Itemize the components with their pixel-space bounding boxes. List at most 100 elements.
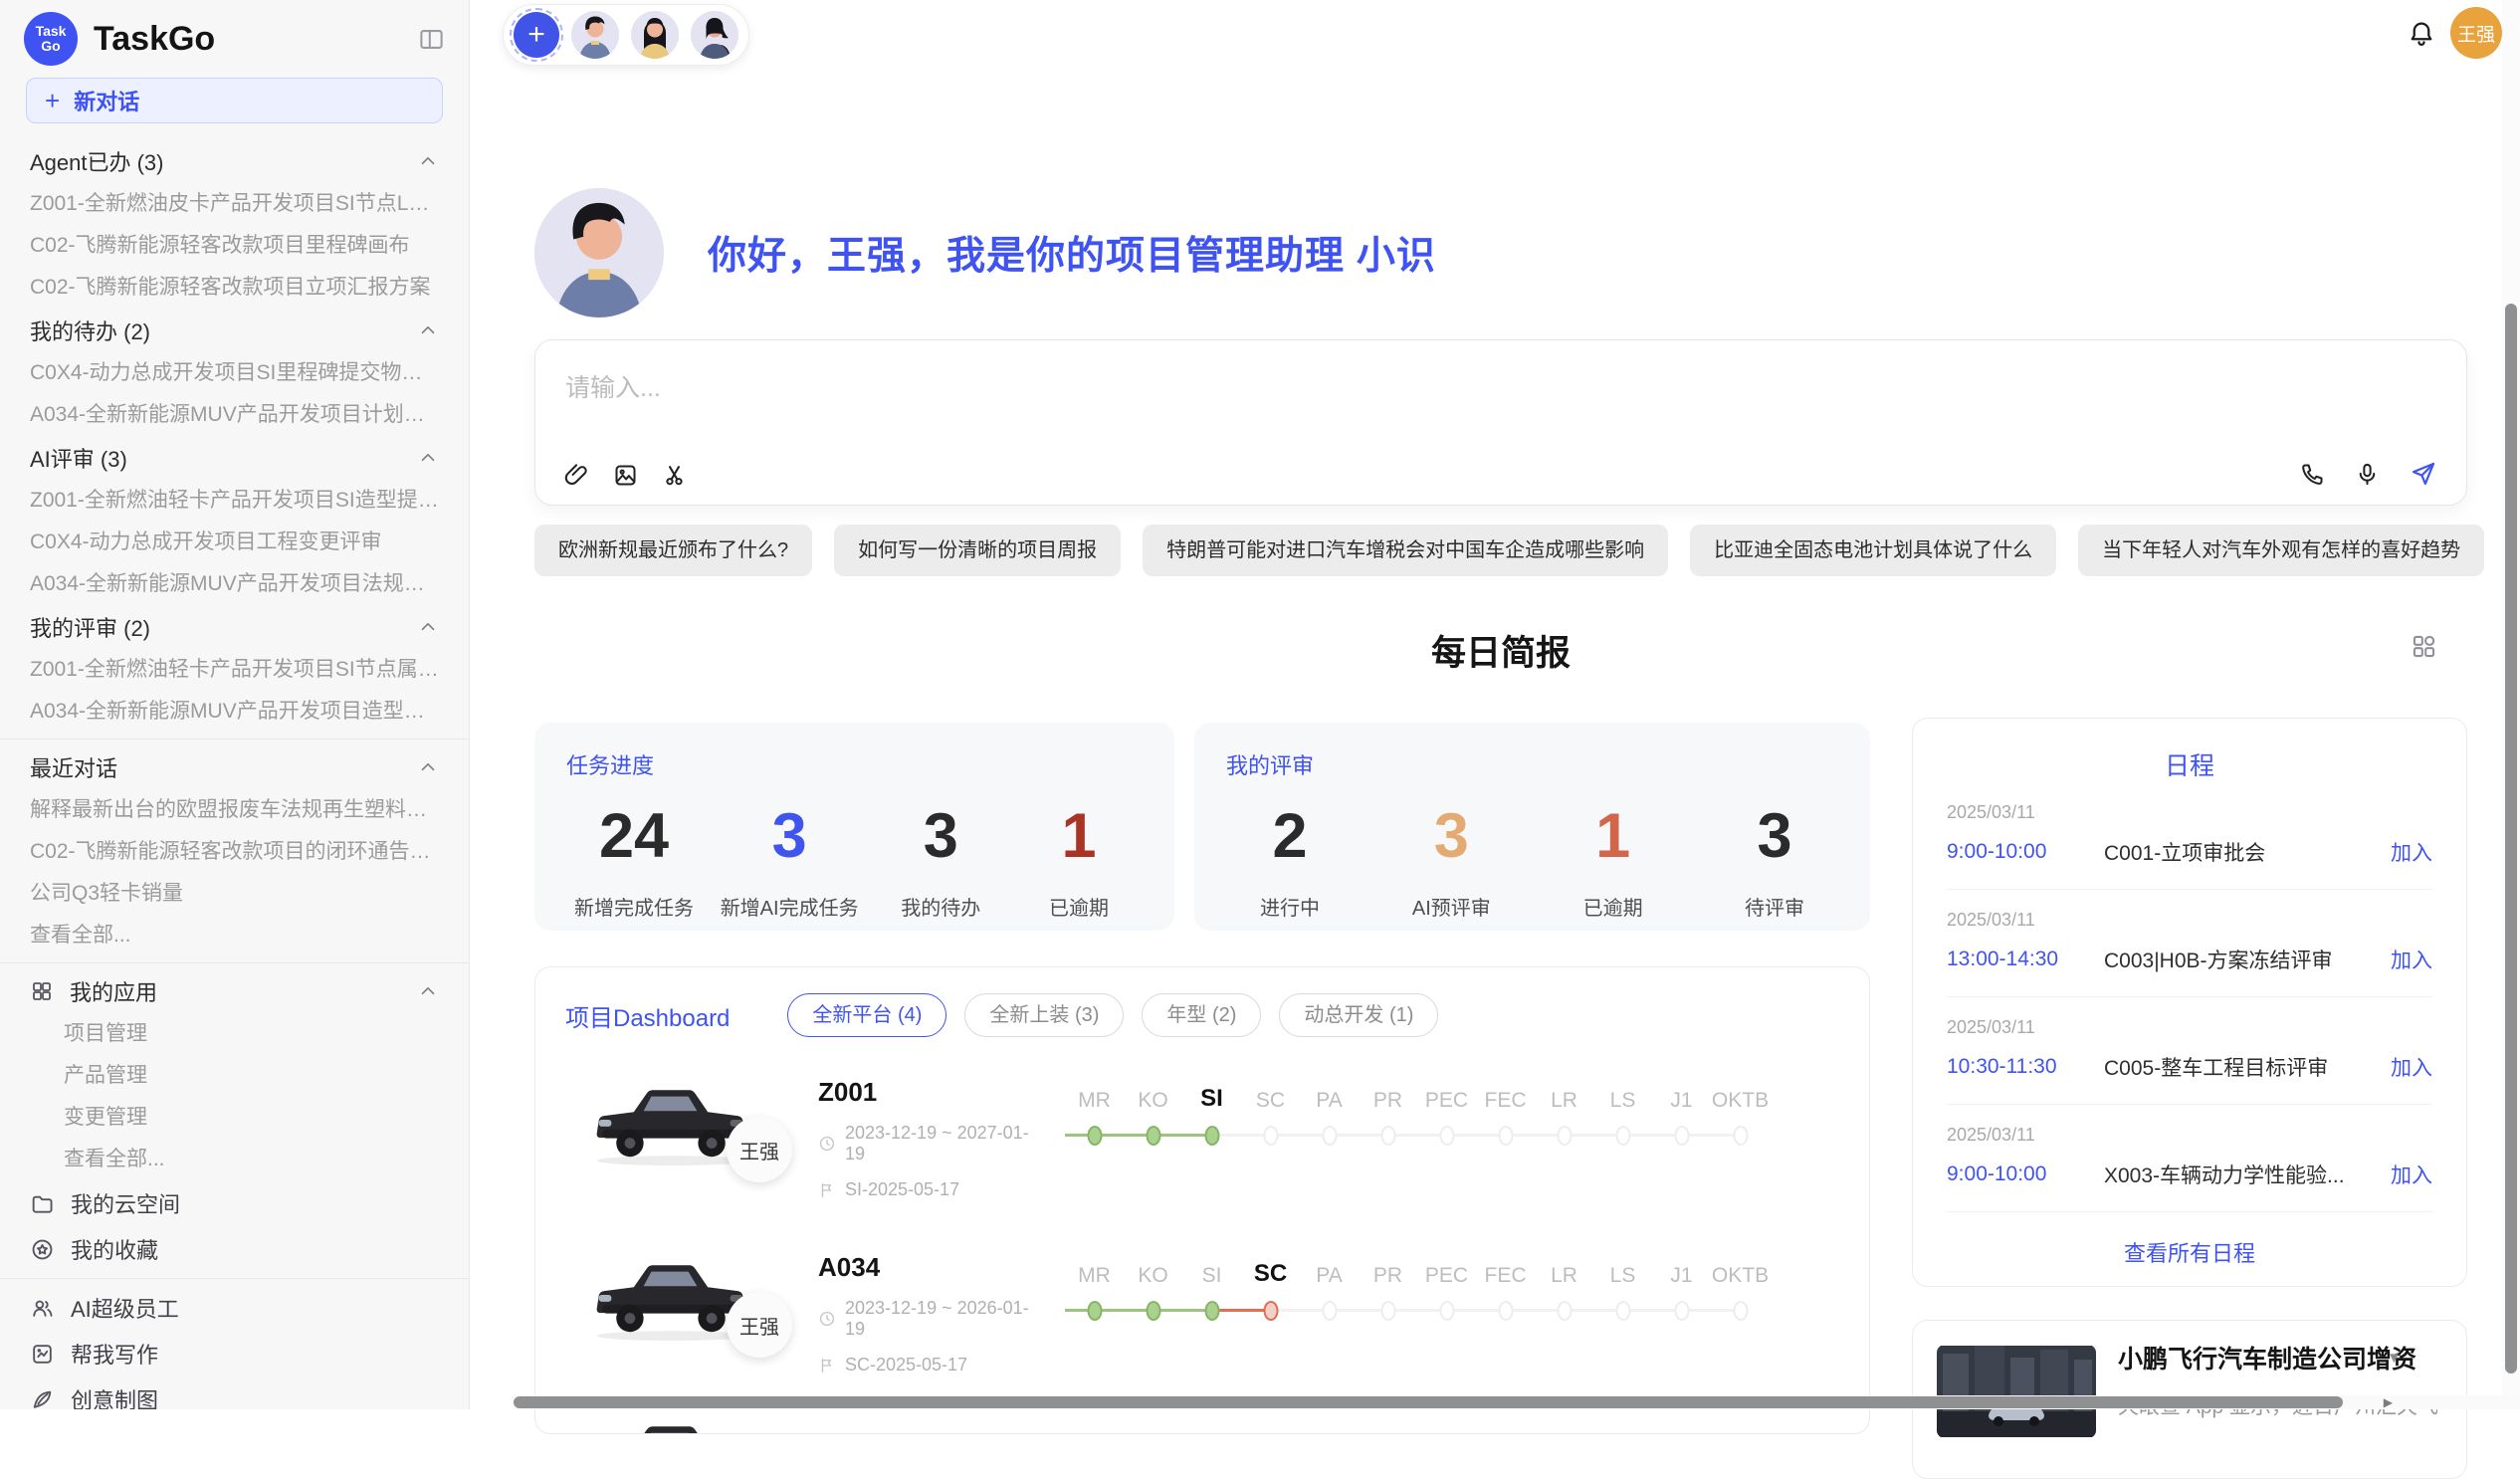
- sidebar-item[interactable]: C02-飞腾新能源轻客改款项目里程碑画布: [0, 225, 469, 267]
- sidebar-item[interactable]: 解释最新出台的欧盟报废车法规再生塑料比例被调至15%...: [0, 789, 469, 831]
- vertical-scrollbar[interactable]: [2502, 0, 2520, 1395]
- sidebar-item[interactable]: Z001-全新燃油轻卡产品开发项目SI节点属性5D文件评审: [0, 649, 469, 691]
- sidebar-item[interactable]: A034-全新新能源MUV产品开发项目造型可行性评审: [0, 691, 469, 733]
- sidebar-item-product-mgmt[interactable]: 产品管理: [0, 1055, 469, 1097]
- stat: 3新增AI完成任务: [721, 800, 859, 921]
- chevron-up-icon[interactable]: [417, 616, 439, 638]
- schedule-name: C003|H0B-方案冻结评审: [2104, 945, 2391, 974]
- project-row[interactable]: 王强 A034 2023-12-19 ~ 2026-01-19 SC-2025-…: [565, 1248, 1839, 1375]
- star-badge-icon: [30, 1237, 55, 1262]
- schedule-item: 2025/03/11 9:00-10:00 X003-车辆动力学性能验... 加…: [1947, 1105, 2432, 1212]
- scroll-right-arrow-icon[interactable]: ▶: [2384, 1395, 2393, 1409]
- view-all-chats-link[interactable]: 查看全部...: [0, 915, 469, 956]
- join-button[interactable]: 加入: [2391, 945, 2432, 974]
- attach-button[interactable]: [563, 462, 590, 489]
- sidebar-item[interactable]: C02-飞腾新能源轻客改款项目立项汇报方案: [0, 267, 469, 309]
- sidebar-item-favorites[interactable]: 我的收藏: [0, 1226, 469, 1272]
- user-avatar[interactable]: 王强: [2450, 7, 2502, 59]
- milestone: KO: [1124, 1260, 1182, 1328]
- suggestion-chip[interactable]: 特朗普可能对进口汽车增税会对中国车企造成哪些影响: [1143, 525, 1668, 576]
- sidebar-item[interactable]: A034-全新新能源MUV产品开发项目计划变更表编写: [0, 394, 469, 436]
- image-button[interactable]: [612, 462, 639, 489]
- sidebar-section-ai-review[interactable]: AI评审 (3): [0, 436, 469, 480]
- sidebar-collapse-button[interactable]: [418, 26, 445, 53]
- join-button[interactable]: 加入: [2391, 837, 2432, 867]
- sidebar-item-creative-draw[interactable]: 创意制图: [0, 1376, 469, 1409]
- filter-tab-platform[interactable]: 全新平台 (4): [787, 993, 946, 1037]
- voice-button[interactable]: [2354, 461, 2381, 488]
- horizontal-scrollbar[interactable]: ▶: [512, 1395, 2520, 1409]
- milestone-node: [1439, 1126, 1454, 1146]
- chevron-up-icon[interactable]: [417, 150, 439, 172]
- agent-switcher: +: [503, 4, 749, 66]
- milestone: PEC: [1417, 1085, 1476, 1153]
- agent-avatar[interactable]: [631, 11, 679, 59]
- scroll-down-arrow-icon[interactable]: ▼: [2387, 1350, 2402, 1367]
- milestone: SC: [1241, 1260, 1300, 1328]
- notifications-button[interactable]: [2407, 18, 2436, 48]
- milestone-node: [1557, 1126, 1572, 1146]
- milestone-node: [1263, 1301, 1278, 1321]
- sidebar-item[interactable]: A034-全新新能源MUV产品开发项目法规符合性评审: [0, 563, 469, 605]
- sidebar-section-recent-chats[interactable]: 最近对话: [0, 745, 469, 789]
- milestone-node: [1498, 1126, 1513, 1146]
- filter-tab-powertrain[interactable]: 动总开发 (1): [1279, 993, 1438, 1037]
- add-agent-button[interactable]: +: [514, 12, 559, 58]
- sidebar-item[interactable]: Z001-全新燃油皮卡产品开发项目SI节点Lesson Learn报告: [0, 183, 469, 225]
- join-button[interactable]: 加入: [2391, 1160, 2432, 1189]
- screenshot-button[interactable]: [661, 462, 688, 489]
- sidebar-item[interactable]: C0X4-动力总成开发项目工程变更评审: [0, 522, 469, 563]
- sidebar-item[interactable]: Z001-全新燃油轻卡产品开发项目SI造型提交物评审: [0, 480, 469, 522]
- chevron-up-icon[interactable]: [417, 319, 439, 341]
- sidebar-item[interactable]: 公司Q3轻卡销量: [0, 873, 469, 915]
- sidebar-item-ai-staff[interactable]: AI超级员工: [0, 1285, 469, 1331]
- horizontal-scrollbar-thumb[interactable]: [514, 1396, 2343, 1408]
- sidebar-item-cloud-space[interactable]: 我的云空间: [0, 1180, 469, 1226]
- sidebar-item-change-mgmt[interactable]: 变更管理: [0, 1097, 469, 1139]
- send-button[interactable]: [2409, 459, 2438, 489]
- new-chat-button[interactable]: +新对话: [26, 78, 443, 123]
- suggestion-chip[interactable]: 欧洲新规最近颁布了什么?: [534, 525, 812, 576]
- schedule-name: X003-车辆动力学性能验...: [2104, 1160, 2391, 1189]
- filter-tab-body[interactable]: 全新上装 (3): [964, 993, 1124, 1037]
- suggestion-chip[interactable]: 比亚迪全固态电池计划具体说了什么: [1690, 525, 2056, 576]
- project-row[interactable]: 王强 Z001 2023-12-19 ~ 2027-01-19 SI-2025-…: [565, 1073, 1839, 1200]
- stat: 3AI预评审: [1395, 800, 1507, 921]
- sidebar-section-my-review[interactable]: 我的评审 (2): [0, 605, 469, 649]
- sidebar-item-project-mgmt[interactable]: 项目管理: [0, 1013, 469, 1055]
- composer-tools-right: [2299, 459, 2438, 489]
- call-button[interactable]: [2299, 461, 2326, 488]
- milestone-node: [1615, 1126, 1630, 1146]
- layout-toggle-button[interactable]: [2411, 633, 2437, 660]
- sidebar-section-my-apps[interactable]: 我的应用: [0, 969, 469, 1013]
- chevron-up-icon[interactable]: [417, 447, 439, 469]
- sidebar-item[interactable]: C0X4-动力总成开发项目SI里程碑提交物检查: [0, 352, 469, 394]
- suggestion-chip[interactable]: 当下年轻人对汽车外观有怎样的喜好趋势: [2078, 525, 2484, 576]
- project-row[interactable]: [565, 1409, 1839, 1434]
- chevron-up-icon[interactable]: [417, 756, 439, 778]
- view-all-apps-link[interactable]: 查看全部...: [0, 1139, 469, 1180]
- sidebar-item[interactable]: C02-飞腾新能源轻客改款项目的闭环通告反馈情况: [0, 831, 469, 873]
- filter-tab-year[interactable]: 年型 (2): [1142, 993, 1261, 1037]
- sidebar: TaskGo TaskGo +新对话 Agent已办 (3) Z001-全新燃油…: [0, 0, 470, 1409]
- project-dashboard-card: 项目Dashboard 全新平台 (4) 全新上装 (3) 年型 (2) 动总开…: [534, 966, 1870, 1434]
- bell-icon: [2407, 18, 2436, 48]
- suggestion-chip[interactable]: 如何写一份清晰的项目周报: [834, 525, 1121, 576]
- milestone-node: [1733, 1301, 1748, 1321]
- sidebar-section-agent-done[interactable]: Agent已办 (3): [0, 139, 469, 183]
- sidebar-section-my-todo[interactable]: 我的待办 (2): [0, 309, 469, 352]
- sidebar-item-help-write[interactable]: 帮我写作: [0, 1331, 469, 1376]
- view-all-schedule-link[interactable]: 查看所有日程: [1947, 1236, 2432, 1268]
- milestone: MR: [1065, 1260, 1124, 1328]
- agent-avatar[interactable]: [571, 11, 619, 59]
- chevron-up-icon[interactable]: [417, 980, 439, 1002]
- milestone-node: [1439, 1301, 1454, 1321]
- project-owner-avatar: 王强: [727, 1117, 792, 1182]
- milestone-track: MR KO SI SC PA PR PEC FEC LR LS J1 OKTB: [1065, 1248, 1770, 1328]
- join-button[interactable]: 加入: [2391, 1052, 2432, 1082]
- agent-avatar[interactable]: [691, 11, 738, 59]
- schedule-title: 日程: [1947, 746, 2432, 782]
- milestone-node: [1204, 1126, 1219, 1146]
- vertical-scrollbar-thumb[interactable]: [2505, 304, 2517, 1373]
- composer[interactable]: 请输入...: [534, 339, 2467, 506]
